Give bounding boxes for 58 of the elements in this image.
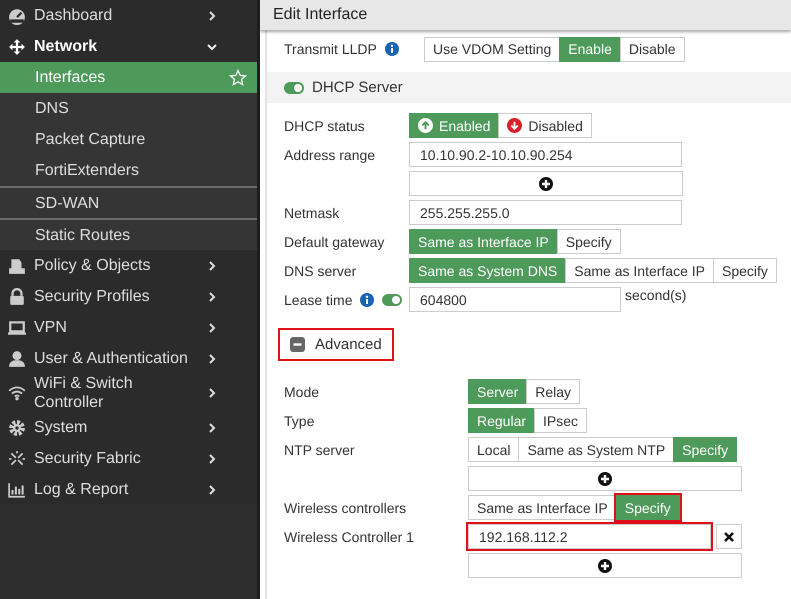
option-button[interactable]: Specify [713, 258, 777, 283]
field-label: Mode [284, 384, 320, 400]
text-field[interactable]: 10.10.90.2-10.10.90.254 [409, 142, 682, 167]
chevron-down-icon [207, 42, 217, 52]
remove-button[interactable] [716, 524, 742, 549]
close-icon [723, 530, 735, 542]
field-label: Type [284, 412, 316, 428]
toggle-switch[interactable] [382, 294, 402, 306]
chevron-right-icon [207, 388, 217, 398]
option-button[interactable]: Same as Interface IP [468, 495, 617, 520]
unit-label: second(s) [625, 287, 686, 303]
chevron-right-icon [207, 292, 217, 302]
option-button[interactable]: Same as System NTP [518, 437, 674, 462]
option-button[interactable]: Use VDOM Setting [424, 36, 560, 62]
field-label: Wireless Controller 1 [284, 528, 415, 544]
option-button[interactable]: Relay [526, 379, 580, 404]
plus-icon [598, 558, 612, 572]
sidebar-subitem[interactable]: FortiExtenders [0, 155, 257, 186]
field-label: Default gateway [284, 234, 386, 250]
field-label: Netmask [284, 204, 340, 220]
sidebar-subitem[interactable]: DNS [0, 93, 257, 124]
chevron-right-icon [207, 260, 217, 270]
option-button[interactable]: Disable [620, 36, 685, 62]
text-field[interactable]: 604800 [409, 287, 621, 312]
option-button[interactable]: IPsec [534, 408, 588, 433]
chevron-right-icon [207, 454, 217, 464]
field-label: NTP server [284, 442, 356, 458]
chevron-right-icon [207, 422, 217, 432]
option-button[interactable]: Specify [556, 229, 621, 254]
section-title: DHCP Server [312, 79, 403, 96]
advanced-toggle[interactable]: Advanced [278, 328, 394, 361]
plus-icon [539, 176, 553, 190]
star-icon[interactable] [229, 68, 247, 86]
text-field[interactable]: 255.255.255.0 [409, 200, 682, 225]
field-label: Lease time [284, 292, 352, 308]
field-label: DHCP status [284, 118, 366, 134]
sidebar-subitem[interactable]: Static Routes [0, 218, 257, 250]
chevron-right-icon [207, 354, 217, 364]
info-icon [384, 42, 399, 56]
field-label: Transmit LLDP [284, 41, 377, 57]
sidebar-subitem[interactable]: Packet Capture [0, 124, 257, 155]
chevron-right-icon [207, 484, 217, 494]
minus-icon [290, 337, 305, 352]
text-field[interactable]: 192.168.112.2 [468, 524, 711, 549]
option-button[interactable]: Disabled [498, 113, 592, 138]
option-button[interactable]: Local [468, 437, 520, 462]
info-icon [360, 292, 374, 306]
option-button[interactable]: Same as Interface IP [565, 258, 714, 283]
toggle-switch[interactable] [284, 82, 304, 94]
chevron-right-icon [207, 322, 217, 332]
field-label: Address range [284, 146, 376, 162]
sidebar-subitem[interactable]: SD-WAN [0, 186, 257, 218]
chevron-right-icon [207, 10, 217, 20]
field-label: DNS server [284, 262, 358, 278]
up-arrow-icon [418, 118, 433, 133]
dialog-title: Edit Interface [260, 0, 791, 30]
plus-icon [598, 472, 612, 486]
field-label: Wireless controllers [284, 500, 408, 516]
